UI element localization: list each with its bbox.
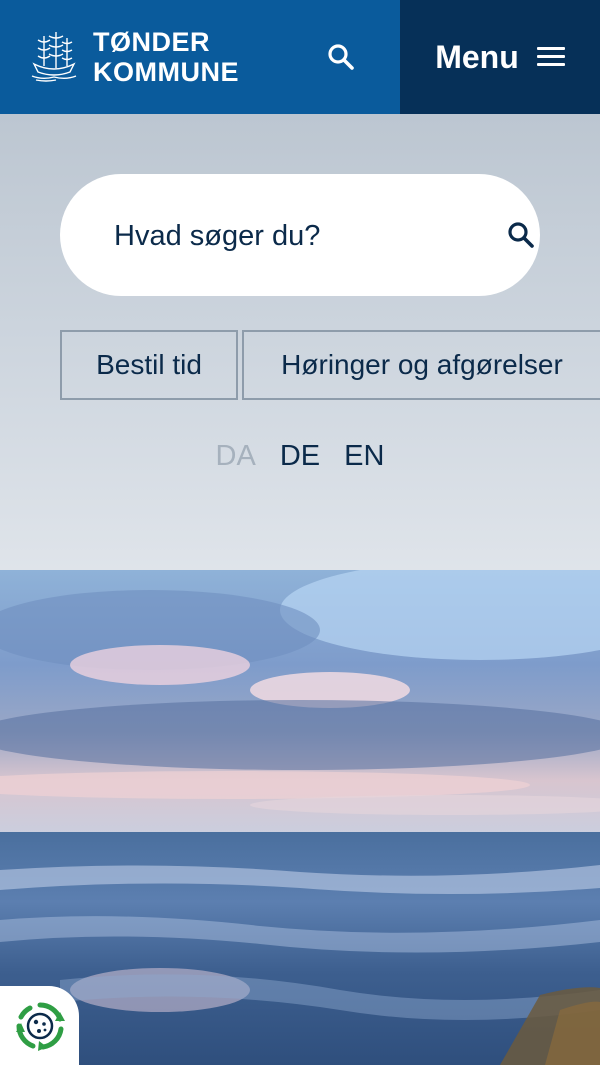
- hamburger-icon: [536, 47, 565, 67]
- search-icon: [328, 44, 354, 70]
- hero-search-section: Bestil tid Høringer og afgørelser DA DE …: [0, 114, 600, 570]
- site-header: TØNDER KOMMUNE Menu: [0, 0, 600, 114]
- hero-image: [0, 570, 600, 1065]
- brand-name[interactable]: TØNDER KOMMUNE: [93, 27, 239, 87]
- search-icon: [508, 222, 534, 248]
- search-submit-button[interactable]: [504, 218, 538, 252]
- menu-label: Menu: [435, 38, 519, 75]
- search-input[interactable]: [112, 210, 486, 262]
- search-box: [60, 174, 540, 296]
- brand-line-2: KOMMUNE: [93, 57, 239, 87]
- cookie-settings-icon: [15, 1001, 65, 1051]
- brand-line-1: TØNDER: [93, 27, 210, 57]
- lang-de[interactable]: DE: [280, 440, 320, 473]
- quick-link-hoeringer[interactable]: Høringer og afgørelser: [242, 330, 600, 400]
- menu-button[interactable]: Menu: [400, 0, 600, 114]
- language-switcher: DA DE EN: [0, 440, 600, 473]
- lang-da[interactable]: DA: [216, 440, 256, 473]
- lang-en[interactable]: EN: [344, 440, 384, 473]
- header-search-button[interactable]: [318, 34, 364, 80]
- brand-area: TØNDER KOMMUNE: [0, 0, 400, 114]
- quick-link-bestil-tid[interactable]: Bestil tid: [60, 330, 238, 400]
- quick-links: Bestil tid Høringer og afgørelser: [60, 330, 600, 400]
- cookie-settings-button[interactable]: [0, 986, 79, 1065]
- ship-crest-icon[interactable]: [30, 28, 78, 82]
